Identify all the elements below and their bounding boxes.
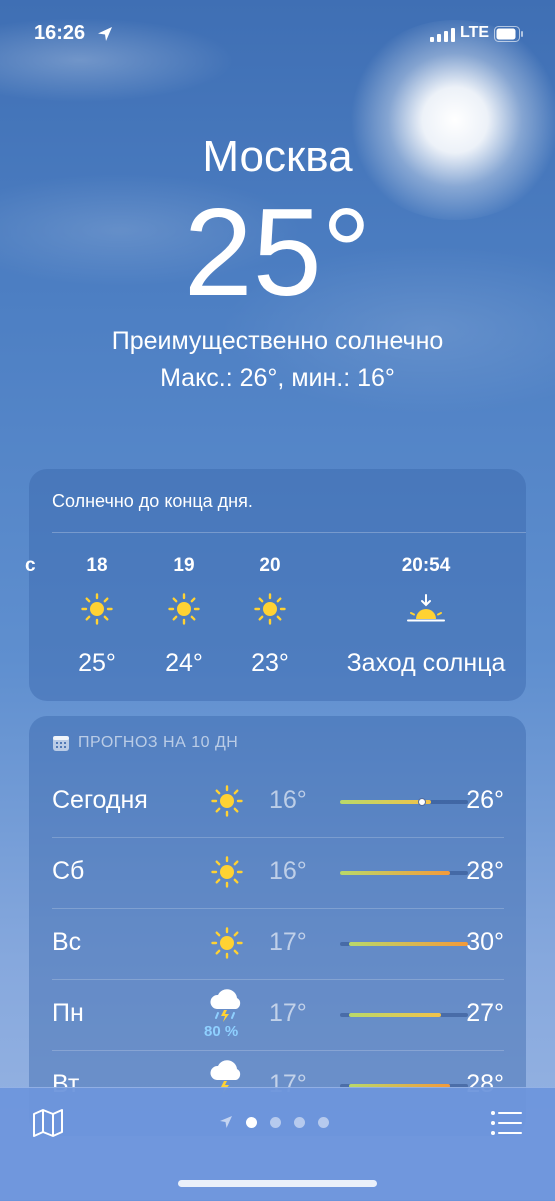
hourly-item: 19 24°: [154, 555, 214, 678]
weather-condition: Преимущественно солнечно: [111, 327, 444, 355]
sun-icon: [211, 927, 243, 959]
forecast-high: 30°: [466, 928, 504, 956]
battery-icon: [494, 26, 523, 42]
hourly-temp: 24°: [165, 649, 203, 677]
forecast-low: 16°: [269, 857, 307, 885]
hourly-summary: Солнечно до конца дня.: [52, 491, 253, 511]
map-icon[interactable]: [32, 1108, 64, 1138]
sunset-label: Заход солнца: [346, 649, 506, 677]
temperature-range-bar: [340, 1013, 468, 1017]
temperature-range-bar: [340, 942, 468, 946]
hourly-temp: 25°: [78, 649, 116, 677]
forecast-day: Пн: [52, 999, 84, 1027]
ten-day-forecast-panel[interactable]: ПРОГНОЗ НА 10 ДН Сегодня 16° 26° Сб 16° …: [29, 716, 526, 1136]
forecast-high: 27°: [466, 999, 504, 1027]
signal-icon: [430, 28, 455, 42]
forecast-row[interactable]: Сб 16° 28°: [52, 837, 504, 908]
precipitation-chance: 80 %: [204, 1023, 239, 1040]
list-icon[interactable]: [490, 1110, 522, 1136]
hourly-item-sunset: 20:54 Заход солнца: [329, 555, 523, 678]
calendar-icon: [53, 736, 69, 751]
status-bar: 16:26 LTE: [0, 22, 555, 52]
forecast-low: 17°: [269, 999, 307, 1027]
divider: [52, 1050, 504, 1051]
hourly-time: 19: [173, 555, 195, 576]
forecast-header: ПРОГНОЗ НА 10 ДН: [52, 734, 238, 752]
hourly-item: 18 25°: [67, 555, 127, 678]
current-temperature-marker: [418, 798, 427, 806]
hourly-time: 18: [86, 555, 108, 576]
temperature-range-bar: [340, 871, 468, 875]
temperature-range-fill: [349, 942, 468, 946]
forecast-day: Вс: [52, 928, 82, 956]
hourly-item: 20 23°: [240, 555, 300, 678]
hourly-temp: 23°: [251, 649, 289, 677]
sun-icon: [81, 593, 113, 625]
forecast-row[interactable]: Вс 17° 30°: [52, 908, 504, 979]
forecast-row[interactable]: Пн 80 % 17° 27°: [52, 979, 504, 1050]
hourly-time: 20: [259, 555, 281, 576]
high-low-temperature: Макс.: 26°, мин.: 16°: [160, 364, 395, 392]
divider: [52, 979, 504, 980]
forecast-high: 26°: [466, 786, 504, 814]
temperature-range-fill: [349, 1013, 441, 1017]
forecast-low: 17°: [269, 928, 307, 956]
page-dot[interactable]: [318, 1116, 329, 1128]
forecast-low: 16°: [269, 786, 307, 814]
page-dot[interactable]: [294, 1116, 305, 1128]
sun-icon: [211, 785, 243, 817]
sun-icon: [168, 593, 200, 625]
bottom-toolbar: [0, 1087, 555, 1201]
page-indicator[interactable]: [219, 1115, 329, 1129]
divider: [52, 532, 526, 533]
hourly-forecast-panel[interactable]: Солнечно до конца дня. с 18 25° 19 24° 2…: [25, 469, 526, 701]
city-name: Москва: [202, 132, 353, 181]
forecast-day: Сб: [52, 857, 85, 885]
forecast-high: 28°: [466, 857, 504, 885]
network-label: LTE: [460, 24, 490, 41]
hourly-cut-label: с: [25, 555, 36, 576]
forecast-day: Сегодня: [52, 786, 148, 814]
sun-icon: [211, 856, 243, 888]
location-arrow-icon: [98, 27, 112, 41]
sun-icon: [254, 593, 286, 625]
divider: [52, 837, 504, 838]
sunset-icon: [407, 594, 445, 622]
location-arrow-icon: [220, 1116, 232, 1128]
divider: [52, 908, 504, 909]
page-dot-active[interactable]: [246, 1116, 257, 1128]
home-indicator: [178, 1180, 377, 1187]
current-temperature: 25°: [183, 184, 372, 322]
page-dot[interactable]: [270, 1116, 281, 1128]
forecast-row[interactable]: Сегодня 16° 26°: [52, 766, 504, 837]
forecast-header-label: ПРОГНОЗ НА 10 ДН: [78, 734, 239, 751]
temperature-range-fill: [340, 871, 450, 875]
status-time: 16:26: [34, 22, 86, 44]
sunset-time: 20:54: [401, 555, 451, 576]
temperature-range-bar: [340, 798, 468, 806]
